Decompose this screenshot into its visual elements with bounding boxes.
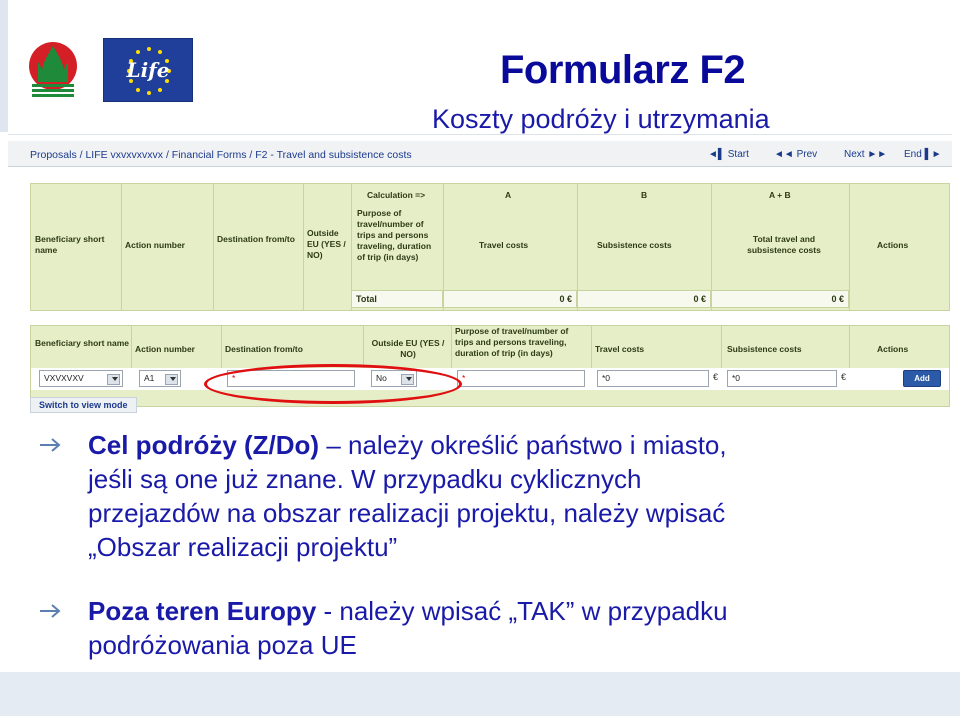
- form-screenshot: Proposals / LIFE vxvxvxvxvx / Financial …: [8, 134, 952, 418]
- col-b-label: B: [641, 190, 648, 200]
- bullet-destination-text: Cel podróży (Z/Do) – należy określić pań…: [88, 430, 727, 562]
- arrow-bullet-icon: [38, 436, 64, 454]
- header-total-costs: Total travel and subsistence costs: [747, 234, 821, 255]
- header-travel-costs: Travel costs: [479, 240, 529, 250]
- travel-costs-input[interactable]: *0: [597, 370, 709, 387]
- page-subtitle: Koszty podróży i utrzymania: [432, 104, 770, 134]
- life-programme-logo: Life: [103, 38, 193, 102]
- header-beneficiary: Beneficiary short name: [35, 338, 130, 348]
- add-cost-table: Beneficiary short name Action number Des…: [30, 325, 950, 407]
- destination-highlight-ellipse: [204, 364, 462, 404]
- header-action: Action number: [125, 240, 185, 250]
- end-button[interactable]: End ▌►: [904, 149, 942, 160]
- bullet-outside-europe-text: Poza teren Europy - należy wpisać „TAK” …: [88, 596, 728, 660]
- action-number-select[interactable]: A1: [139, 370, 181, 387]
- col-a-label: A: [505, 190, 512, 200]
- subsistence-costs-input[interactable]: *0: [727, 370, 837, 387]
- header-purpose: Purpose of travel/number of trips and pe…: [357, 208, 432, 262]
- purpose-input[interactable]: *: [457, 370, 585, 387]
- header-outside-eu: Outside EU (YES / NO): [307, 228, 346, 260]
- header-outside-eu: Outside EU (YES / NO): [371, 338, 445, 359]
- header-actions: Actions: [877, 240, 909, 250]
- breadcrumb-bar: Proposals / LIFE vxvxvxvxvx / Financial …: [8, 141, 952, 167]
- travel-euro-sign: €: [713, 372, 719, 382]
- header-subsistence-costs: Subsistence costs: [727, 344, 802, 354]
- calculation-label: Calculation =>: [367, 190, 426, 200]
- arrow-bullet-icon: [38, 602, 64, 620]
- life-logo-text: Life: [126, 58, 170, 82]
- subsistence-euro-sign: €: [841, 372, 847, 382]
- header-beneficiary: Beneficiary short name: [35, 234, 105, 255]
- next-button[interactable]: Next ►►: [844, 149, 887, 160]
- col-ab-label: A + B: [769, 190, 791, 200]
- total-travel: 0 €: [443, 290, 577, 308]
- nfosigw-logo-icon: [29, 42, 77, 97]
- add-button[interactable]: Add: [903, 370, 941, 387]
- breadcrumb[interactable]: Proposals / LIFE vxvxvxvxvx / Financial …: [30, 149, 412, 161]
- total-combined: 0 €: [711, 290, 849, 308]
- new-entry-row: VXVXVXV A1 * No * *0 € *0 € Add: [31, 368, 949, 390]
- header-travel-costs: Travel costs: [595, 344, 645, 354]
- prev-button[interactable]: ◄◄ Prev: [774, 149, 817, 160]
- page-title: Formularz F2: [500, 48, 746, 92]
- header-purpose: Purpose of travel/number of trips and pe…: [455, 326, 569, 358]
- header-destination: Destination from/to: [217, 234, 295, 244]
- header-subsistence-costs: Subsistence costs: [597, 240, 672, 250]
- beneficiary-select[interactable]: VXVXVXV: [39, 370, 123, 387]
- decorative-edge: [0, 0, 8, 132]
- costs-summary-table: Calculation => A B A + B Beneficiary sho…: [30, 183, 950, 311]
- switch-view-mode-button[interactable]: Switch to view mode: [30, 397, 137, 413]
- header-destination: Destination from/to: [225, 344, 303, 354]
- footer-bar: [0, 672, 960, 716]
- total-label: Total: [351, 290, 443, 308]
- start-button[interactable]: ◄▌ Start: [708, 149, 749, 160]
- total-subsistence: 0 €: [577, 290, 711, 308]
- header-bar: Life Formularz F2 Koszty podróży i utrzy…: [0, 0, 960, 134]
- header-actions: Actions: [877, 344, 909, 354]
- header-action: Action number: [135, 344, 195, 354]
